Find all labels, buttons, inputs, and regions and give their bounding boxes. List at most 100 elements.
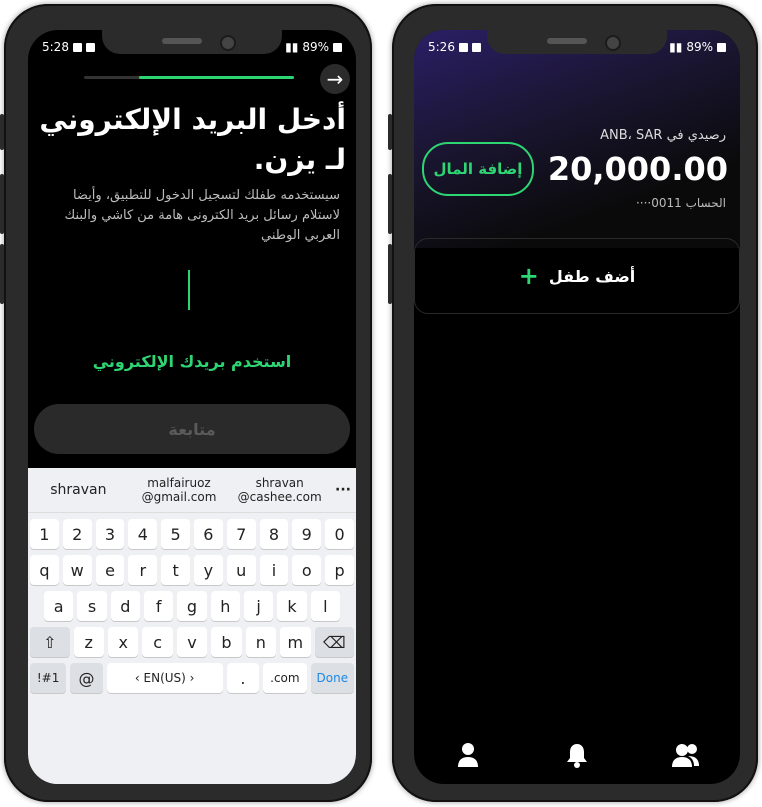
- battery-level: 89%: [302, 40, 329, 54]
- key[interactable]: t: [161, 555, 190, 585]
- use-your-email-link[interactable]: استخدم بريدك الإلكتروني: [28, 352, 356, 371]
- status-time: 5:26: [428, 40, 455, 54]
- done-key[interactable]: Done: [310, 663, 354, 693]
- space-key[interactable]: ‹ EN(US) ›: [106, 663, 223, 693]
- key[interactable]: b: [211, 627, 242, 657]
- backspace-key[interactable]: ⌫: [314, 627, 355, 657]
- symbols-key[interactable]: !#1: [30, 663, 67, 693]
- notch: [102, 30, 282, 54]
- dotcom-key[interactable]: .com: [263, 663, 307, 693]
- signal-icon: ▮▮: [285, 40, 299, 54]
- key[interactable]: f: [143, 591, 174, 621]
- key[interactable]: j: [243, 591, 274, 621]
- key[interactable]: c: [142, 627, 173, 657]
- key[interactable]: a: [44, 591, 74, 621]
- shift-key[interactable]: ⇧: [30, 627, 70, 657]
- key[interactable]: u: [226, 555, 256, 585]
- add-child-button[interactable]: + أضف طفل: [414, 238, 740, 314]
- progress-bar: [84, 76, 294, 79]
- right-side-button: [388, 114, 392, 150]
- more-suggestions-icon[interactable]: ···: [330, 482, 356, 498]
- key[interactable]: l: [310, 591, 340, 621]
- back-arrow-button[interactable]: →: [320, 64, 350, 94]
- left-side-button: [0, 174, 4, 234]
- key[interactable]: 4: [128, 519, 158, 549]
- left-phone: 5:28 ▮▮ 89% → أدخل البريد الإلكتروني لـ ي…: [0, 4, 372, 802]
- key[interactable]: s: [77, 591, 107, 621]
- suggestion-item[interactable]: malfairuoz @gmail.com: [129, 476, 230, 504]
- battery-icon: [333, 42, 342, 52]
- key[interactable]: e: [95, 555, 125, 585]
- add-money-button[interactable]: إضافة المال: [422, 142, 534, 196]
- suggestion-bar: shravan malfairuoz @gmail.com shravan @cas…: [28, 468, 356, 513]
- key[interactable]: v: [176, 627, 208, 657]
- notification-icon: [458, 42, 468, 52]
- notification-icon: [471, 42, 481, 52]
- at-key[interactable]: @: [70, 663, 103, 693]
- keyboard-row-bottom: !#1 @ ‹ EN(US) › . .com Done: [28, 663, 356, 693]
- backspace-icon: ⌫: [322, 632, 346, 652]
- notification-icon: [72, 42, 82, 52]
- plus-icon: +: [518, 262, 539, 290]
- right-side-button: [388, 244, 392, 304]
- key[interactable]: p: [325, 555, 354, 585]
- key[interactable]: 3: [95, 519, 125, 549]
- keyboard: shravan malfairuoz @gmail.com shravan @cas…: [28, 468, 356, 784]
- key[interactable]: 8: [259, 519, 289, 549]
- key[interactable]: w: [62, 555, 92, 585]
- key[interactable]: r: [128, 555, 158, 585]
- shift-icon: ⇧: [43, 632, 57, 652]
- key[interactable]: x: [107, 627, 139, 657]
- key[interactable]: y: [193, 555, 223, 585]
- key[interactable]: 6: [193, 519, 223, 549]
- add-child-label: أضف طفل: [548, 266, 636, 286]
- page-title: أدخل البريد الإلكتروني لـ يزن.: [39, 103, 346, 176]
- key[interactable]: 2: [62, 519, 92, 549]
- battery-icon: [717, 42, 726, 52]
- key[interactable]: 7: [226, 519, 256, 549]
- period-key[interactable]: .: [226, 663, 260, 693]
- tab-profile[interactable]: [451, 738, 485, 772]
- person-icon: [458, 743, 479, 767]
- notification-icon: [85, 42, 95, 52]
- key[interactable]: 0: [325, 519, 354, 549]
- right-phone: 5:26 ▮▮ 89% رصيدي في ANB، SAR 20,000.00 ا…: [388, 4, 758, 802]
- keyboard-footer: [28, 762, 356, 784]
- keyboard-row-2: a s d f g h j k l: [28, 591, 356, 621]
- status-time: 5:28: [42, 40, 69, 54]
- right-side-button: [388, 174, 392, 234]
- page-subtitle: سيستخدمه طفلك لتسجيل الدخول للتطبيق، وأي…: [64, 188, 340, 243]
- battery-level: 89%: [686, 40, 713, 54]
- continue-button[interactable]: متابعة: [34, 404, 350, 454]
- key[interactable]: i: [259, 555, 289, 585]
- account-number: الحساب 0011····: [635, 196, 726, 210]
- left-side-button: [0, 244, 4, 304]
- notch: [487, 30, 667, 54]
- key[interactable]: h: [210, 591, 240, 621]
- key[interactable]: d: [110, 591, 140, 621]
- balance-label: رصيدي في ANB، SAR: [600, 128, 726, 143]
- key[interactable]: z: [73, 627, 104, 657]
- key[interactable]: m: [280, 627, 311, 657]
- keyboard-row-1: q w e r t y u i o p: [28, 555, 356, 585]
- tab-children[interactable]: [669, 738, 703, 772]
- key[interactable]: g: [177, 591, 207, 621]
- keyboard-row-numbers: 1 2 3 4 5 6 7 8 9 0: [28, 519, 356, 549]
- balance-amount: 20,000.00: [547, 150, 728, 188]
- arrow-right-icon: →: [326, 67, 344, 91]
- suggestion-item[interactable]: shravan: [28, 483, 129, 497]
- email-input-cursor[interactable]: [188, 270, 190, 310]
- key[interactable]: q: [30, 555, 59, 585]
- key[interactable]: k: [277, 591, 307, 621]
- suggestion-item[interactable]: shravan @cashee.com: [229, 476, 330, 504]
- signal-icon: ▮▮: [669, 40, 683, 54]
- key[interactable]: o: [292, 555, 322, 585]
- users-icon: [671, 744, 699, 767]
- left-side-button: [0, 114, 4, 150]
- key[interactable]: 1: [30, 519, 59, 549]
- key[interactable]: 9: [292, 519, 322, 549]
- key[interactable]: 5: [161, 519, 190, 549]
- tab-notifications[interactable]: [560, 738, 594, 772]
- key[interactable]: n: [245, 627, 277, 657]
- right-screen: 5:26 ▮▮ 89% رصيدي في ANB، SAR 20,000.00 ا…: [414, 30, 740, 784]
